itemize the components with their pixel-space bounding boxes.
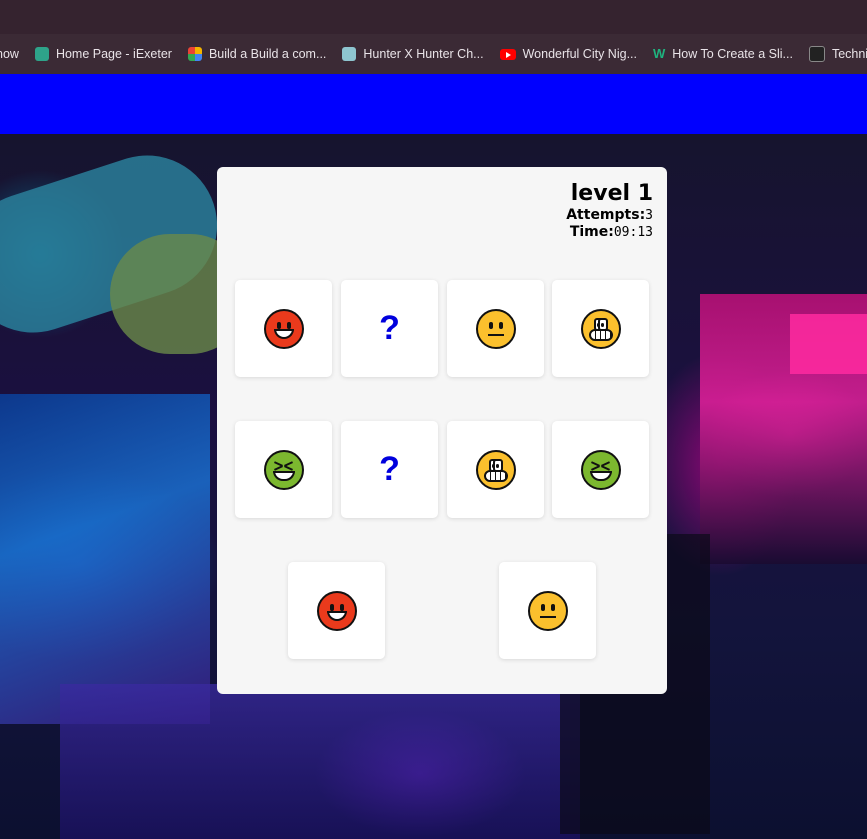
angry-face-icon [316,590,357,631]
squinting-face-icon [263,449,304,490]
angry-face-icon [263,308,304,349]
neutral-face-icon [475,308,516,349]
timer: Time:09:13 [570,224,653,240]
ta-icon [808,46,825,62]
youtube-icon [499,48,516,60]
bookmark-technical[interactable]: Technical Ac [808,46,867,62]
memory-card[interactable] [552,280,649,377]
time-value: 09:13 [613,225,653,240]
memory-card-hidden[interactable]: ? [341,280,438,377]
bookmark-label: Home Page - iExeter [55,47,172,61]
hxh-icon [342,47,357,61]
bookmark-label: How To Create a Sli... [672,47,793,61]
squinting-face-icon [580,449,621,490]
time-label: Time: [569,224,614,240]
attempts-label: Attempts: [566,207,646,223]
memory-card[interactable] [499,562,596,659]
bookmark-label: Wonderful City Nig... [522,47,637,61]
browser-titlebar [0,0,867,34]
iexeter-icon [34,47,49,61]
question-mark: ? [379,450,400,488]
memory-card[interactable] [288,562,385,659]
bookmark-iexeter[interactable]: Home Page - iExeter [34,47,172,61]
bookmark-hunter-x-hunter[interactable]: Hunter X Hunter Ch... [342,47,484,61]
header-bar [0,74,867,134]
game-board: level 1 Attempts:3 Time:09:13 ? ? [217,167,667,694]
w-icon: W [653,46,666,61]
memory-card-hidden[interactable]: ? [341,421,438,518]
bookmark-label: Build a Build a com... [208,47,327,61]
bookmark-label: Technical Ac [831,47,867,61]
memory-card[interactable] [447,421,544,518]
bookmark-now[interactable]: now [0,47,19,61]
memory-card[interactable] [235,421,332,518]
question-mark: ? [379,309,400,347]
attempts-counter: Attempts:3 [566,207,653,223]
bookmark-how-to-create[interactable]: W How To Create a Sli... [653,46,793,62]
memory-card[interactable] [552,421,649,518]
bookmark-build[interactable]: Build a Build a com... [187,47,327,61]
attempts-value: 3 [645,208,653,223]
grimacing-face-icon [580,308,621,349]
bookmark-label: Hunter X Hunter Ch... [363,47,484,61]
build-icon [187,47,202,61]
bookmark-wonderful-city[interactable]: Wonderful City Nig... [499,47,637,61]
bookmark-label: now [0,47,19,61]
level-title: level 1 [570,181,653,206]
neutral-face-icon [527,590,568,631]
bookmarks-bar: now Home Page - iExeter Build a Build a … [0,34,867,74]
grimacing-face-icon [475,449,516,490]
memory-card[interactable] [447,280,544,377]
memory-card[interactable] [235,280,332,377]
